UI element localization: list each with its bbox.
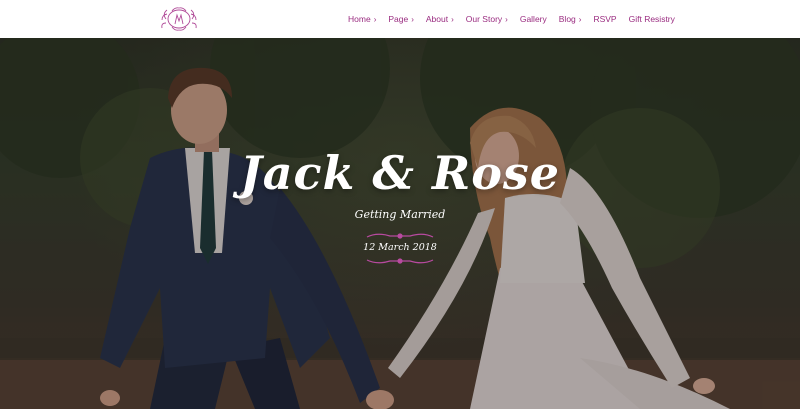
main-nav: Home › Page › About › Our Story › Galler… [348, 0, 675, 38]
nav-item-home[interactable]: Home › [348, 14, 376, 24]
nav-item-label: Gift Resistry [628, 14, 675, 24]
chevron-right-icon: › [373, 14, 377, 24]
chevron-right-icon: › [578, 14, 582, 24]
wedding-date: 12 March 2018 [363, 242, 437, 253]
chevron-right-icon: › [411, 14, 414, 24]
nav-item-blog[interactable]: Blog › [559, 14, 582, 24]
nav-item-about[interactable]: About › [426, 14, 454, 24]
nav-item-label: Blog [558, 14, 576, 24]
nav-item-label: Home [348, 14, 371, 24]
nav-item-label: About [425, 14, 449, 24]
nav-item-rsvp[interactable]: RSVP [593, 14, 616, 24]
nav-item-gallery[interactable]: Gallery [520, 14, 547, 24]
nav-item-page[interactable]: Page › [388, 14, 414, 24]
chevron-right-icon: › [451, 14, 454, 24]
hero-banner: Jack & Rose Getting Married 12 March 201… [0, 38, 800, 409]
nav-item-label: Gallery [519, 14, 547, 24]
chevron-right-icon: › [505, 14, 508, 24]
monogram-logo-icon[interactable] [158, 5, 200, 33]
nav-item-label: RSVP [593, 14, 617, 24]
nav-item-label: Our Story [465, 14, 503, 24]
hero-dark-overlay [0, 38, 800, 409]
nav-item-gift-registry[interactable]: Gift Resistry [629, 14, 675, 24]
nav-item-label: Page [388, 14, 409, 24]
nav-item-our-story[interactable]: Our Story › [466, 14, 508, 24]
couple-names-title: Jack & Rose [239, 146, 561, 200]
top-flourish-icon [366, 233, 434, 239]
getting-married-subtitle: Getting Married [354, 208, 446, 221]
bottom-flourish-icon [366, 258, 434, 264]
site-header: Home › Page › About › Our Story › Galler… [0, 0, 800, 38]
